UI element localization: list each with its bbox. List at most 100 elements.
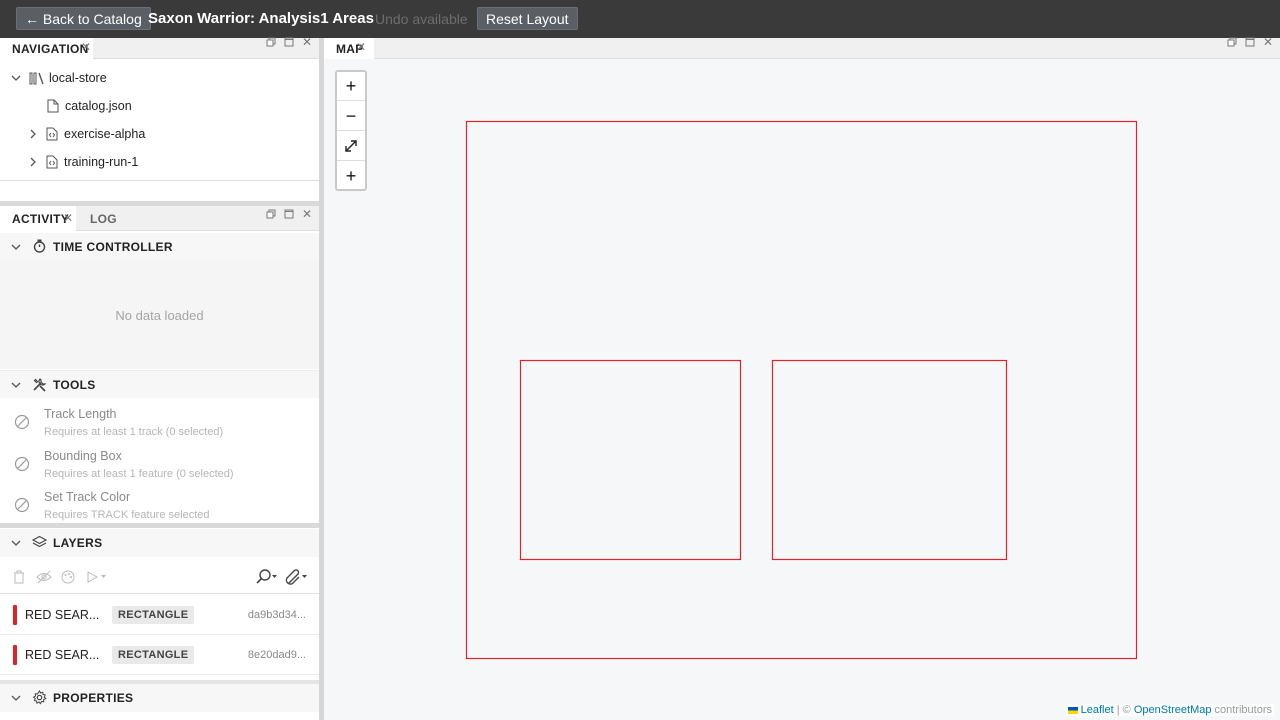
- layer-color-swatch: [13, 605, 17, 625]
- tab-navigation-label: NAVIGATION: [12, 41, 89, 56]
- tree-item-label: local-store: [49, 71, 107, 85]
- tree-item-local-store[interactable]: local-store: [11, 64, 107, 92]
- file-icon: [47, 99, 59, 113]
- gear-icon: [32, 690, 47, 705]
- chevron-right-icon[interactable]: [28, 129, 38, 139]
- tab-navigation[interactable]: NAVIGATION: [0, 38, 93, 59]
- tab-map[interactable]: MAP: [324, 38, 374, 59]
- osm-link[interactable]: OpenStreetMap: [1134, 704, 1212, 716]
- chevron-down-icon[interactable]: [11, 538, 21, 548]
- close-icon[interactable]: ✕: [81, 40, 91, 54]
- activity-tabstrip: ACTIVITY ✕ LOG ✕: [0, 206, 319, 231]
- ukraine-flag-icon: [1067, 706, 1078, 714]
- time-controller-body: No data loaded: [0, 261, 319, 369]
- search-area-rectangle[interactable]: [519, 359, 742, 561]
- page-title: Saxon Warrior: Analysis1 Areas: [148, 10, 374, 27]
- layer-type-badge: RECTANGLE: [112, 646, 195, 664]
- tab-log[interactable]: LOG: [90, 206, 117, 231]
- tool-bounding-box[interactable]: Bounding Box Requires at least 1 feature…: [0, 444, 319, 484]
- tool-hint: Requires TRACK feature selected: [44, 509, 210, 521]
- stopwatch-icon: [32, 239, 47, 254]
- disabled-icon: [14, 414, 30, 430]
- tree-item-training-run-1[interactable]: training-run-1: [28, 148, 138, 176]
- tree-item-label: catalog.json: [65, 99, 132, 113]
- maximize-icon[interactable]: [284, 209, 294, 222]
- attribution-separator: | ©: [1113, 704, 1134, 716]
- library-icon: [29, 71, 45, 85]
- tools-header[interactable]: TOOLS: [0, 370, 319, 398]
- time-controller-header[interactable]: TIME CONTROLLER: [0, 233, 319, 261]
- zoom-out-button[interactable]: −: [337, 102, 365, 131]
- tree-item-exercise-alpha[interactable]: exercise-alpha: [28, 120, 145, 148]
- search-area-rectangle[interactable]: [771, 359, 1008, 561]
- popout-icon[interactable]: [266, 209, 276, 222]
- map-zoom-control: + − +: [335, 70, 367, 191]
- attach-icon[interactable]: [285, 569, 309, 588]
- popout-icon[interactable]: [1227, 37, 1237, 50]
- layers-toolbar: [0, 561, 319, 594]
- play-icon[interactable]: [86, 570, 108, 587]
- back-to-catalog-button[interactable]: ← Back to Catalog: [16, 7, 151, 30]
- search-icon[interactable]: [255, 569, 279, 588]
- section-label: TIME CONTROLLER: [53, 240, 173, 254]
- layers-header[interactable]: LAYERS: [0, 529, 319, 557]
- add-feature-button[interactable]: +: [337, 162, 365, 191]
- close-icon[interactable]: ✕: [63, 211, 73, 225]
- undo-status: Undo available: [375, 11, 468, 27]
- close-panel-icon[interactable]: ✕: [1263, 35, 1273, 49]
- close-icon[interactable]: ✕: [356, 40, 366, 54]
- tool-hint: Requires at least 1 feature (0 selected): [44, 468, 234, 480]
- attribution-suffix: contributors: [1211, 704, 1272, 716]
- fit-bounds-button[interactable]: [337, 132, 365, 161]
- disabled-icon: [14, 456, 30, 472]
- chevron-down-icon[interactable]: [11, 242, 21, 252]
- top-bar: ← Back to Catalog Saxon Warrior: Analysi…: [0, 0, 1280, 38]
- tab-activity-label: ACTIVITY: [12, 211, 70, 226]
- layer-color-swatch: [13, 645, 17, 665]
- layer-id: 8e20dad9...: [247, 649, 306, 661]
- maximize-icon[interactable]: [1245, 37, 1255, 50]
- chevron-down-icon[interactable]: [11, 73, 21, 83]
- palette-icon[interactable]: [61, 570, 75, 587]
- maximize-icon[interactable]: [284, 37, 294, 50]
- section-label: LAYERS: [53, 536, 103, 550]
- tree-item-label: exercise-alpha: [64, 127, 146, 141]
- layers-icon: [31, 535, 48, 550]
- map-canvas[interactable]: [324, 59, 1280, 720]
- navigation-panel: NAVIGATION ✕ ✕ local-store catalog.json: [0, 35, 319, 181]
- chevron-down-icon[interactable]: [11, 693, 21, 703]
- activity-panel: ACTIVITY ✕ LOG ✕ TIME CONTROLLER No data…: [0, 206, 319, 720]
- section-label: TOOLS: [53, 377, 96, 392]
- hide-icon[interactable]: [36, 570, 52, 587]
- expand-icon: [344, 139, 358, 153]
- layer-name: RED SEAR...: [25, 648, 100, 662]
- layer-row[interactable]: RED SEAR... RECTANGLE da9b3d34...: [0, 595, 319, 635]
- tool-track-length[interactable]: Track Length Requires at least 1 track (…: [0, 402, 319, 442]
- leaflet-link[interactable]: Leaflet: [1081, 704, 1114, 716]
- tool-hint: Requires at least 1 track (0 selected): [44, 426, 224, 438]
- layer-row[interactable]: RED SEAR... RECTANGLE 8e20dad9...: [0, 635, 319, 675]
- delete-icon[interactable]: [13, 570, 25, 587]
- zoom-in-button[interactable]: +: [337, 72, 365, 101]
- section-splitter[interactable]: [0, 523, 319, 528]
- tool-name: Track Length: [44, 407, 117, 421]
- popout-icon[interactable]: [266, 37, 276, 50]
- layer-id: da9b3d34...: [247, 609, 306, 621]
- tool-set-track-color[interactable]: Set Track Color Requires TRACK feature s…: [0, 485, 319, 525]
- properties-header[interactable]: PROPERTIES: [0, 684, 319, 712]
- code-file-icon: [46, 127, 58, 141]
- code-file-icon: [46, 155, 58, 169]
- empty-state-text: No data loaded: [115, 307, 204, 323]
- map-attribution: Leaflet | © OpenStreetMap contributors: [1065, 704, 1274, 716]
- close-panel-icon[interactable]: ✕: [302, 207, 312, 221]
- close-panel-icon[interactable]: ✕: [302, 35, 312, 49]
- map-tabstrip: MAP ✕ ✕: [324, 35, 1280, 59]
- chevron-right-icon[interactable]: [28, 157, 38, 167]
- tool-name: Set Track Color: [44, 490, 131, 504]
- reset-layout-button[interactable]: Reset Layout: [477, 7, 578, 30]
- chevron-down-icon[interactable]: [11, 380, 21, 390]
- tab-log-label: LOG: [90, 211, 117, 226]
- navigation-tabstrip: NAVIGATION ✕ ✕: [0, 35, 319, 59]
- layer-type-badge: RECTANGLE: [112, 606, 195, 624]
- tree-item-catalog-json[interactable]: catalog.json: [47, 92, 132, 120]
